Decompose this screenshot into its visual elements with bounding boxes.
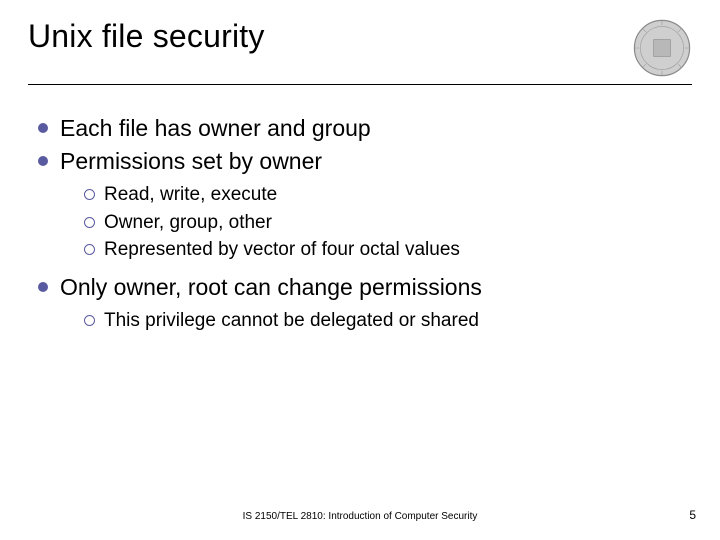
bullet-item: Only owner, root can change permissions … xyxy=(36,272,692,335)
sub-bullet-item: This privilege cannot be delegated or sh… xyxy=(60,307,692,335)
bullet-item: Each file has owner and group xyxy=(36,113,692,144)
slide: Unix file security Each file has owner a… xyxy=(0,0,720,540)
seal-icon xyxy=(632,18,692,78)
bullet-item: Permissions set by owner Read, write, ex… xyxy=(36,146,692,264)
sub-bullet-item: Read, write, execute xyxy=(60,181,692,209)
slide-title: Unix file security xyxy=(28,18,265,55)
sub-bullet-list: Read, write, execute Owner, group, other… xyxy=(60,181,692,264)
content: Each file has owner and group Permission… xyxy=(28,113,692,334)
bullet-list: Each file has owner and group Permission… xyxy=(36,113,692,334)
bullet-text: Each file has owner and group xyxy=(60,115,371,141)
bullet-text: Only owner, root can change permissions xyxy=(60,274,482,300)
footer-course: IS 2150/TEL 2810: Introduction of Comput… xyxy=(0,511,720,522)
sub-bullet-item: Represented by vector of four octal valu… xyxy=(60,236,692,264)
sub-bullet-list: This privilege cannot be delegated or sh… xyxy=(60,307,692,335)
page-number: 5 xyxy=(689,508,696,522)
bullet-text: Permissions set by owner xyxy=(60,148,322,174)
title-row: Unix file security xyxy=(28,18,692,85)
sub-bullet-item: Owner, group, other xyxy=(60,209,692,237)
